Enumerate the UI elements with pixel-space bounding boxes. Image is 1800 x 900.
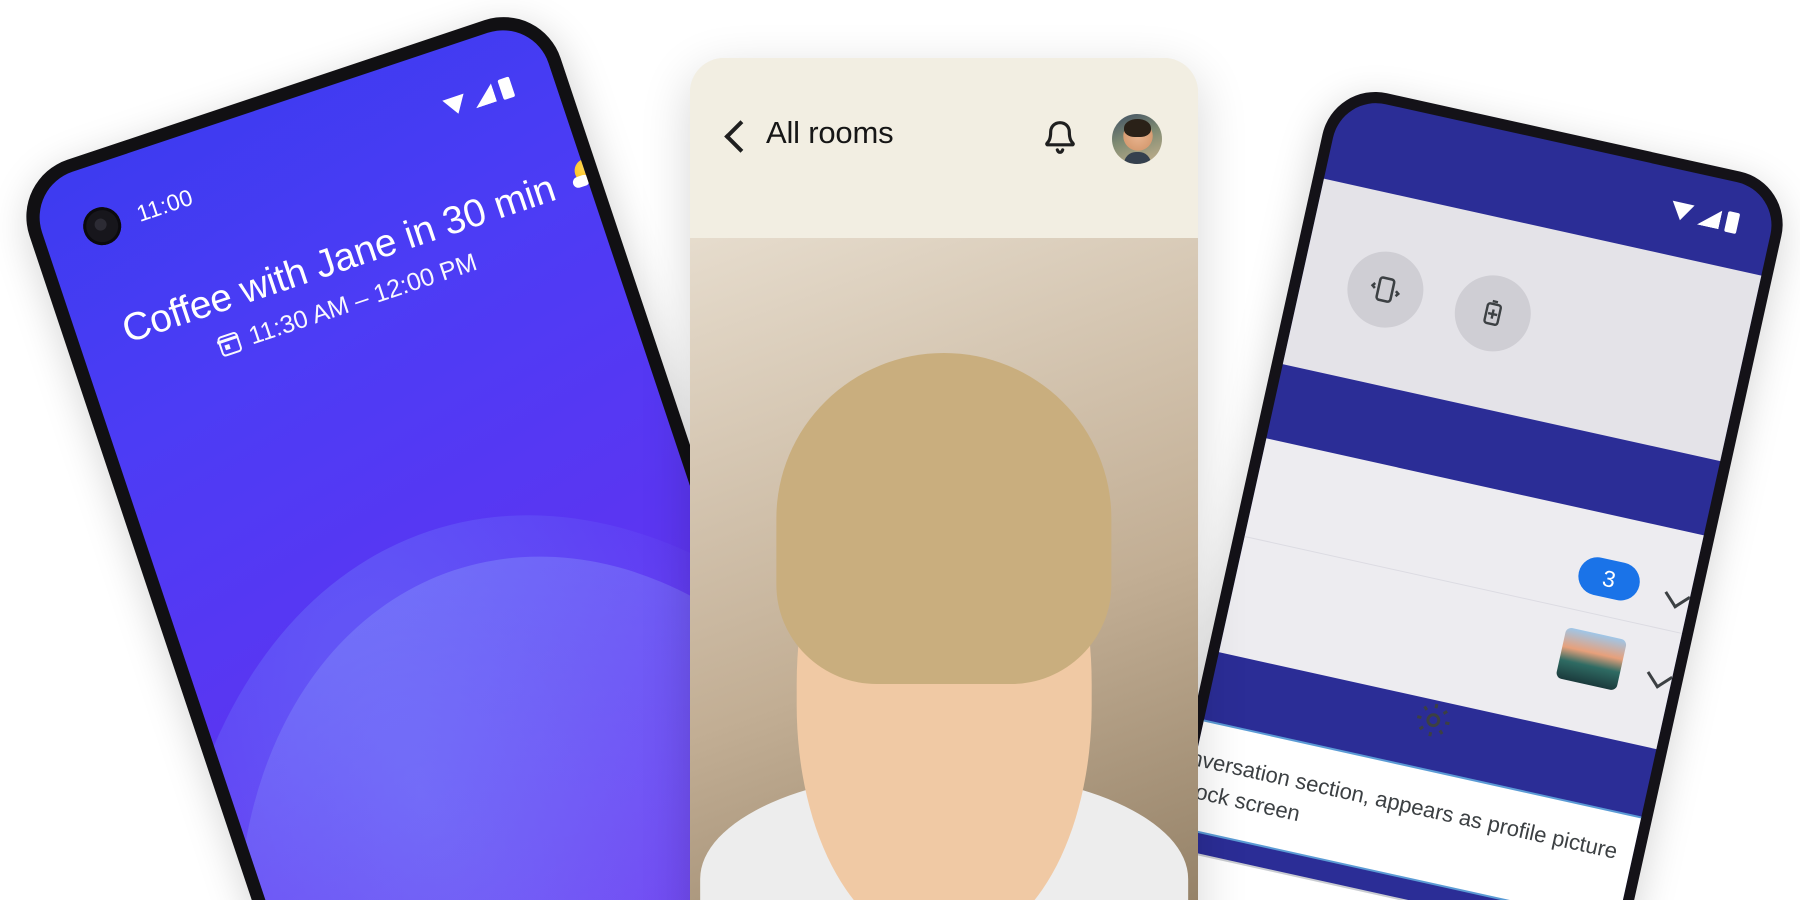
left-status-icons (441, 76, 516, 118)
chevron-left-icon[interactable] (720, 120, 750, 150)
notification-count-badge[interactable]: 3 (1574, 553, 1644, 605)
right-status-icons (1668, 199, 1741, 235)
card-body: ChrisMazzaChristoJenBiancaAustrieJoshua … (690, 238, 1198, 900)
auto-rotate-icon[interactable] (1340, 244, 1431, 335)
calendar-icon (216, 330, 243, 358)
avatar[interactable] (1112, 114, 1162, 164)
image-thumbnail[interactable] (1555, 626, 1628, 692)
sun-icon (571, 155, 603, 186)
signal-icon (1697, 206, 1723, 229)
all-rooms-card: All rooms ChrisMazzaChristoJenBiancaAust… (690, 58, 1198, 900)
weather-temperature: 75°F (601, 131, 663, 178)
card-header: All rooms (690, 58, 1198, 258)
screenshot-stage: 11:00 Coffee with Jane in 30 min 75°F 11… (0, 0, 1800, 900)
lockscreen-clock: 11:00 (133, 183, 197, 227)
wifi-icon (1669, 200, 1695, 223)
header-actions (1040, 114, 1162, 164)
front-camera-punch-hole (78, 202, 127, 251)
battery-icon (1723, 210, 1741, 235)
wifi-icon (442, 93, 470, 117)
battery-saver-icon[interactable] (1447, 268, 1539, 359)
lockscreen-notification[interactable]: Coffee with Jane in 30 min 75°F 11:30 AM… (73, 132, 663, 403)
right-phone-screen: 3 conversation section, appears as profi… (1120, 94, 1780, 900)
bell-icon[interactable] (1040, 117, 1080, 161)
gear-icon[interactable] (1408, 695, 1458, 745)
battery-icon (497, 76, 516, 101)
weather-widget: 75°F (571, 131, 663, 188)
chevron-down-icon[interactable] (1644, 659, 1675, 690)
signal-icon (470, 83, 497, 108)
page-title: All rooms (766, 115, 894, 150)
right-phone-device: 3 conversation section, appears as profi… (1106, 81, 1794, 900)
chevron-down-icon[interactable] (1662, 579, 1693, 610)
